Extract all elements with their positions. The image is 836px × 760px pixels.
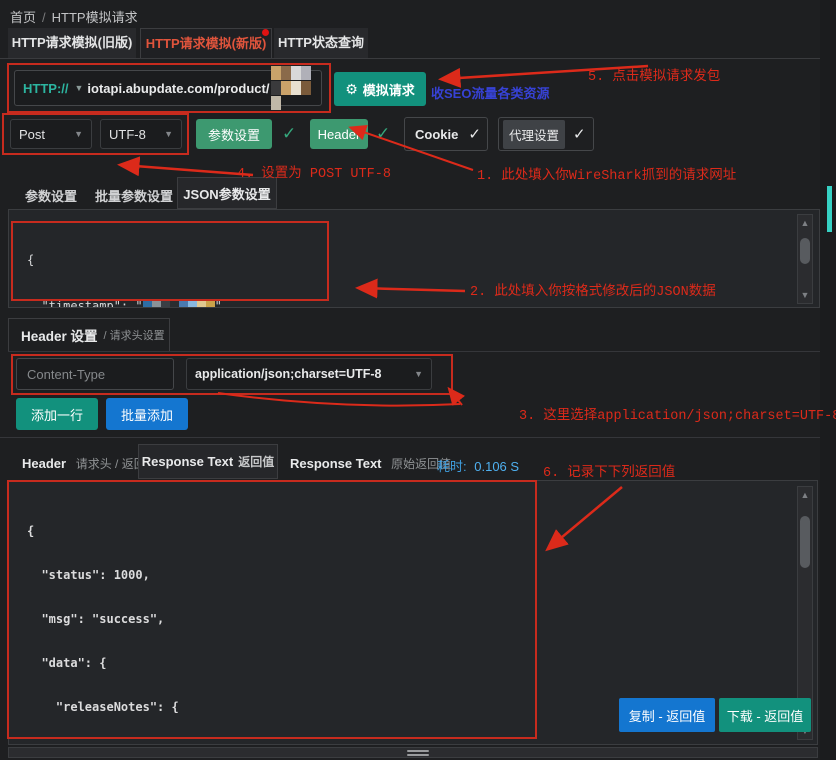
tab-response-raw-text[interactable]: Response Text 原始返回值 <box>290 455 451 472</box>
elapsed-label: 耗时: <box>437 459 467 474</box>
method-chevron-down-icon: ▼ <box>74 129 83 139</box>
header-value-select[interactable]: application/json;charset=UTF-8 ▼ <box>186 358 432 390</box>
header-settings-title-box: Header 设置 / 请求头设置 <box>8 318 170 352</box>
scroll-up-icon[interactable]: ▲ <box>798 490 812 500</box>
url-redacted-mosaic <box>271 66 321 111</box>
header-toggle-button[interactable]: Header <box>310 119 368 149</box>
horizontal-scrollbar[interactable] <box>8 747 818 758</box>
annotation-6: 6. 记录下下列返回值 <box>543 460 675 481</box>
proxy-settings-toggle-group[interactable]: 代理设置 ✓ <box>498 117 594 151</box>
header-value-chevron-down-icon: ▼ <box>414 369 423 379</box>
add-row-button[interactable]: 添加一行 <box>16 398 98 430</box>
charset-chevron-down-icon: ▼ <box>164 129 173 139</box>
url-text[interactable]: iotapi.abupdate.com/product/ <box>87 81 269 96</box>
gear-icon: ⚙ <box>345 81 358 98</box>
param-settings-toggle-button[interactable]: 参数设置 <box>196 119 272 149</box>
tabbar-divider <box>0 58 836 59</box>
arrow-3 <box>450 390 462 405</box>
annotation-5: 5. 点击模拟请求发包 <box>588 64 720 85</box>
new-tab-red-dot-badge <box>262 29 269 36</box>
header-section-divider <box>8 351 820 352</box>
response-json-content: { "status": 1000, "msg": "success", "dat… <box>27 495 787 731</box>
seo-traffic-link[interactable]: 收SEO流量各类资源 <box>431 83 549 102</box>
header-settings-title: Header 设置 <box>21 325 98 345</box>
tab-http-mock-old[interactable]: HTTP请求模拟(旧版) <box>8 28 136 58</box>
timestamp-redacted-mosaic <box>143 299 215 307</box>
arrow-3-tail <box>218 393 460 406</box>
header-name-input[interactable]: Content-Type <box>16 358 174 390</box>
scrollbar-thumb[interactable] <box>800 516 810 568</box>
param-settings-check-icon[interactable]: ✓ <box>282 124 296 144</box>
response-section-divider <box>0 437 836 438</box>
protocol-chevron-down-icon[interactable]: ▼ <box>75 83 84 93</box>
header-settings-subtitle: / 请求头设置 <box>104 327 165 343</box>
tab-http-mock-new[interactable]: HTTP请求模拟(新版) <box>140 28 272 59</box>
tab-bulk-param-settings[interactable]: 批量参数设置 <box>95 186 173 205</box>
breadcrumb-separator: / <box>42 10 46 25</box>
breadcrumb: 首页 / HTTP模拟请求 <box>10 7 138 26</box>
scrollbar-thumb[interactable] <box>800 238 810 264</box>
annotation-1: 1. 此处填入你WireShark抓到的请求网址 <box>477 163 736 184</box>
header-check-icon[interactable]: ✓ <box>376 124 390 144</box>
response-textarea[interactable]: { "status": 1000, "msg": "success", "dat… <box>8 480 818 745</box>
page-scroll-gutter <box>820 0 836 760</box>
cookie-check-icon: ✓ <box>468 125 481 143</box>
arrow-4 <box>122 165 253 175</box>
breadcrumb-home-link[interactable]: 首页 <box>10 10 36 25</box>
scrollbar-thumb[interactable] <box>407 750 429 752</box>
bulk-add-button[interactable]: 批量添加 <box>106 398 188 430</box>
tab-response-text[interactable]: Response Text 返回值 <box>138 444 278 479</box>
copy-response-button[interactable]: 复制 - 返回值 <box>619 698 715 732</box>
annotation-4: 4. 设置为 POST UTF-8 <box>237 161 391 182</box>
scroll-up-icon[interactable]: ▲ <box>798 218 812 228</box>
method-select[interactable]: Post▼ <box>10 119 92 149</box>
request-url-input[interactable]: HTTP:// ▼ iotapi.abupdate.com/product/ <box>14 70 322 106</box>
breadcrumb-current: HTTP模拟请求 <box>52 10 138 25</box>
protocol-select[interactable]: HTTP:// <box>23 81 69 96</box>
cyan-scroll-marker <box>827 186 832 232</box>
download-response-button[interactable]: 下载 - 返回值 <box>719 698 811 732</box>
scroll-down-icon[interactable]: ▼ <box>798 290 812 300</box>
tab-http-status-query[interactable]: HTTP状态查询 <box>274 28 368 58</box>
cookie-toggle-group[interactable]: Cookie ✓ <box>404 117 488 151</box>
annotation-3: 3. 这里选择application/json;charset=UTF-8 <box>519 403 836 424</box>
tab-param-settings[interactable]: 参数设置 <box>25 186 77 205</box>
elapsed-value: 0.106 S <box>474 459 519 474</box>
charset-select[interactable]: UTF-8▼ <box>100 119 182 149</box>
send-request-button[interactable]: ⚙ 模拟请求 <box>334 72 426 106</box>
elapsed-time: 耗时: 0.106 S <box>437 456 519 475</box>
proxy-check-icon: ✓ <box>573 125 586 143</box>
annotation-2: 2. 此处填入你按格式修改后的JSON数据 <box>470 279 716 300</box>
request-json-scrollbar[interactable]: ▲ ▼ <box>797 214 813 304</box>
http-mock-request-page: 首页 / HTTP模拟请求 HTTP请求模拟(旧版) HTTP请求模拟(新版) HT… <box>0 0 836 760</box>
